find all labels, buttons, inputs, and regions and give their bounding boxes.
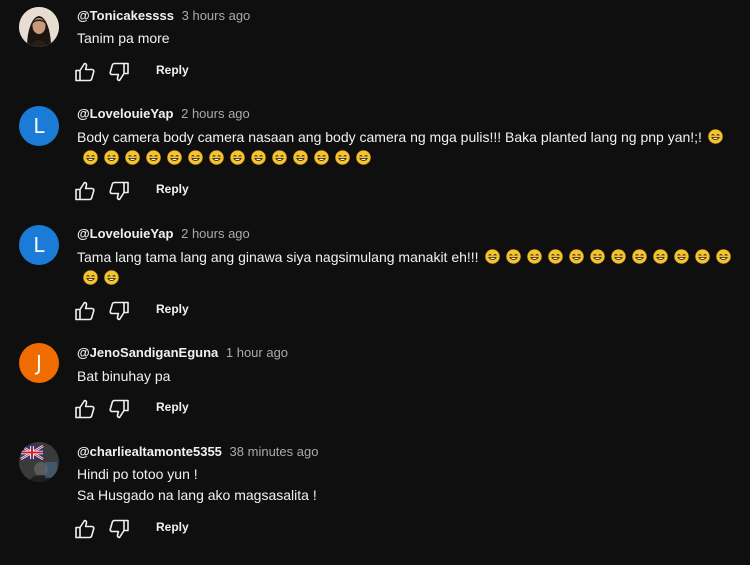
reply-button[interactable]: Reply xyxy=(156,400,189,414)
like-button[interactable] xyxy=(73,517,97,541)
thumbs-down-icon xyxy=(109,62,129,82)
dislike-button[interactable] xyxy=(107,517,131,541)
smiling-face-icon xyxy=(526,249,542,264)
smiling-face-icon xyxy=(694,249,710,264)
smiling-face-icon xyxy=(547,249,563,264)
comment-text: Bat binuhay pa xyxy=(77,366,742,387)
comment-author[interactable]: @Tonicakessss xyxy=(77,8,174,23)
thumbs-up-icon xyxy=(75,301,95,321)
comment-line: Sa Husgado na lang ako magsasalita ! xyxy=(77,487,317,503)
smiling-face-icon xyxy=(673,249,689,264)
like-button[interactable] xyxy=(73,179,97,203)
avatar[interactable] xyxy=(19,7,59,47)
thumbs-down-icon xyxy=(109,519,129,539)
comment-timestamp[interactable]: 2 hours ago xyxy=(181,226,250,241)
comment-text: Tama lang tama lang ang ginawa siya nags… xyxy=(77,247,742,289)
smiling-face-icon xyxy=(610,249,626,264)
like-button[interactable] xyxy=(73,397,97,421)
avatar[interactable] xyxy=(19,442,59,482)
comment-line: Bat binuhay pa xyxy=(77,368,171,384)
smiling-face-icon xyxy=(568,249,584,264)
reply-button[interactable]: Reply xyxy=(156,520,189,534)
smiling-face-icon xyxy=(251,150,266,165)
comment-line: Hindi po totoo yun ! xyxy=(77,466,198,482)
thumbs-up-icon xyxy=(75,181,95,201)
reply-button[interactable]: Reply xyxy=(156,182,189,196)
smiling-face-icon xyxy=(589,249,605,264)
dislike-button[interactable] xyxy=(107,179,131,203)
smiling-face-icon xyxy=(272,150,287,165)
comment-text: Hindi po totoo yun ! Sa Husgado na lang … xyxy=(77,464,742,506)
smiling-face-icon xyxy=(708,129,723,144)
like-button[interactable] xyxy=(73,299,97,323)
smiling-face-icon xyxy=(104,270,119,285)
smiling-face-icon xyxy=(631,249,647,264)
avatar[interactable]: J xyxy=(19,343,59,383)
thumbs-up-icon xyxy=(75,399,95,419)
dislike-button[interactable] xyxy=(107,397,131,421)
smiling-face-icon xyxy=(146,150,161,165)
thumbs-up-icon xyxy=(75,519,95,539)
smiling-face-icon xyxy=(505,249,521,264)
avatar-letter: L xyxy=(33,114,45,138)
comment-timestamp[interactable]: 2 hours ago xyxy=(181,106,250,121)
comment-line: Tanim pa more xyxy=(77,30,170,46)
comment-text: Body camera body camera nasaan ang body … xyxy=(77,127,742,169)
avatar-letter: L xyxy=(33,233,45,257)
thumbs-down-icon xyxy=(109,301,129,321)
comment-line: Body camera body camera nasaan ang body … xyxy=(77,129,702,145)
dislike-button[interactable] xyxy=(107,299,131,323)
profile-photo-icon xyxy=(19,7,59,47)
comment-timestamp[interactable]: 3 hours ago xyxy=(182,8,251,23)
reply-button[interactable]: Reply xyxy=(156,302,189,316)
like-button[interactable] xyxy=(73,60,97,84)
smiling-face-icon xyxy=(125,150,140,165)
smiling-face-icon xyxy=(715,249,731,264)
smiling-face-icon xyxy=(230,150,245,165)
smiling-face-icon xyxy=(356,150,371,165)
dislike-button[interactable] xyxy=(107,60,131,84)
smiling-face-icon xyxy=(293,150,308,165)
avatar[interactable]: L xyxy=(19,225,59,265)
smiling-face-icon xyxy=(314,150,329,165)
avatar[interactable]: L xyxy=(19,106,59,146)
smiling-face-icon xyxy=(209,150,224,165)
smiling-face-icon xyxy=(652,249,668,264)
smiling-face-icon xyxy=(104,150,119,165)
comment-timestamp[interactable]: 38 minutes ago xyxy=(230,444,319,459)
comment-timestamp[interactable]: 1 hour ago xyxy=(226,345,288,360)
comment-author[interactable]: @JenoSandiganEguna xyxy=(77,345,218,360)
smiling-face-icon xyxy=(83,150,98,165)
comment-text: Tanim pa more xyxy=(77,28,742,49)
comment-line: Tama lang tama lang ang ginawa siya nags… xyxy=(77,249,479,265)
smiling-face-icon xyxy=(484,249,500,264)
comment-author[interactable]: @LovelouieYap xyxy=(77,226,173,241)
smiling-face-icon xyxy=(335,150,350,165)
thumbs-down-icon xyxy=(109,181,129,201)
flag-profile-photo-icon xyxy=(19,442,59,482)
smiling-face-icon xyxy=(167,150,182,165)
smiling-face-icon xyxy=(83,270,98,285)
reply-button[interactable]: Reply xyxy=(156,63,189,77)
comment-author[interactable]: @charliealtamonte5355 xyxy=(77,444,222,459)
thumbs-up-icon xyxy=(75,62,95,82)
smiling-face-icon xyxy=(188,150,203,165)
thumbs-down-icon xyxy=(109,399,129,419)
avatar-letter: J xyxy=(36,351,42,375)
comment-author[interactable]: @LovelouieYap xyxy=(77,106,173,121)
